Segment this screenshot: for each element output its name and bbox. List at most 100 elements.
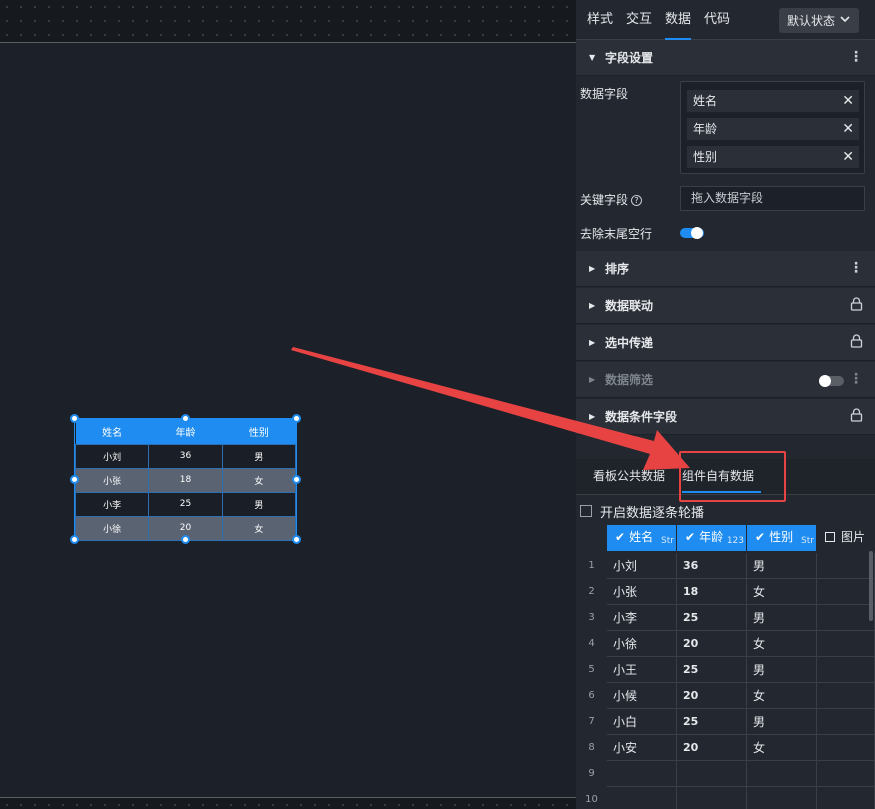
table-cell[interactable] bbox=[607, 761, 677, 787]
table-cell[interactable]: 男 bbox=[747, 553, 817, 579]
trim-empty-toggle[interactable] bbox=[680, 227, 704, 239]
column-name: 性别 bbox=[769, 530, 794, 544]
table-cell[interactable]: 男 bbox=[747, 605, 817, 631]
table-cell[interactable]: 小李 bbox=[607, 605, 677, 631]
table-row: 4 小徐 20 女 bbox=[576, 631, 875, 657]
widget-row: 小李 25 男 bbox=[74, 491, 297, 517]
table-widget[interactable]: 姓名 年龄 性别 小刘 36 男 小张 18 女 小李 25 男 小徐 20 女 bbox=[74, 418, 297, 541]
loop-option[interactable]: 开启数据逐条轮播 bbox=[580, 501, 704, 521]
tab-public-data[interactable]: 看板公共数据 bbox=[593, 459, 665, 493]
canvas-bottom-ruler bbox=[0, 797, 576, 809]
table-cell[interactable] bbox=[817, 709, 875, 735]
table-cell[interactable] bbox=[607, 787, 677, 809]
column-header[interactable]: ✔ 姓名 Str bbox=[607, 525, 677, 551]
table-cell[interactable]: 女 bbox=[747, 735, 817, 761]
check-icon: ✔ bbox=[685, 530, 696, 544]
table-cell[interactable] bbox=[817, 579, 875, 605]
more-icon[interactable]: ⋮ bbox=[849, 371, 863, 387]
table-cell[interactable] bbox=[747, 787, 817, 809]
table-cell[interactable] bbox=[817, 735, 875, 761]
table-cell[interactable]: 25 bbox=[677, 605, 747, 631]
widget-cell: 18 bbox=[148, 467, 223, 493]
loop-checkbox[interactable] bbox=[580, 505, 592, 517]
section-linkage[interactable]: ▶ 数据联动 bbox=[576, 288, 875, 324]
resize-handle-top-left[interactable] bbox=[70, 414, 79, 423]
table-cell[interactable]: 小白 bbox=[607, 709, 677, 735]
row-number: 6 bbox=[588, 690, 595, 701]
column-header-unchecked[interactable]: 图片 bbox=[817, 525, 875, 551]
row-number: 1 bbox=[588, 560, 595, 571]
table-cell[interactable]: 小候 bbox=[607, 683, 677, 709]
table-cell[interactable] bbox=[817, 631, 875, 657]
close-icon[interactable]: ✕ bbox=[842, 118, 854, 140]
table-cell[interactable] bbox=[817, 553, 875, 579]
key-field-label: 关键字段? bbox=[580, 191, 643, 208]
data-field-chip[interactable]: 性别 ✕ bbox=[687, 146, 859, 168]
table-cell[interactable]: 小徐 bbox=[607, 631, 677, 657]
tab-code[interactable]: 代码 bbox=[704, 0, 730, 40]
key-field-input[interactable]: 拖入数据字段 bbox=[680, 186, 865, 211]
table-cell[interactable] bbox=[817, 787, 875, 809]
state-select[interactable]: 默认状态 bbox=[779, 8, 859, 33]
more-icon[interactable]: ⋮ bbox=[849, 49, 863, 65]
resize-handle-top[interactable] bbox=[181, 414, 190, 423]
resize-handle-top-right[interactable] bbox=[292, 414, 301, 423]
table-cell[interactable]: 小安 bbox=[607, 735, 677, 761]
table-cell[interactable] bbox=[817, 683, 875, 709]
section-filter[interactable]: ▶ 数据筛选 ⋮ bbox=[576, 362, 875, 398]
table-cell[interactable]: 小刘 bbox=[607, 553, 677, 579]
table-cell[interactable]: 女 bbox=[747, 579, 817, 605]
scrollbar[interactable] bbox=[869, 551, 873, 621]
resize-handle-bottom[interactable] bbox=[181, 535, 190, 544]
widget-row: 小张 18 女 bbox=[74, 467, 297, 493]
table-cell[interactable] bbox=[747, 761, 817, 787]
tab-interaction[interactable]: 交互 bbox=[626, 0, 652, 40]
caret-down-icon: ▼ bbox=[589, 53, 596, 62]
resize-handle-right[interactable] bbox=[292, 475, 301, 484]
section-conditional-fields[interactable]: ▶ 数据条件字段 bbox=[576, 399, 875, 435]
table-cell[interactable]: 女 bbox=[747, 683, 817, 709]
section-selection[interactable]: ▶ 选中传递 bbox=[576, 325, 875, 361]
resize-handle-bottom-left[interactable] bbox=[70, 535, 79, 544]
table-cell[interactable]: 女 bbox=[747, 631, 817, 657]
table-cell[interactable]: 25 bbox=[677, 657, 747, 683]
table-cell[interactable]: 36 bbox=[677, 553, 747, 579]
table-cell[interactable] bbox=[677, 787, 747, 809]
data-field-chip[interactable]: 年龄 ✕ bbox=[687, 118, 859, 140]
resize-handle-bottom-right[interactable] bbox=[292, 535, 301, 544]
widget-cell: 女 bbox=[221, 515, 297, 541]
close-icon[interactable]: ✕ bbox=[842, 90, 854, 112]
data-fields-list[interactable]: 姓名 ✕ 年龄 ✕ 性别 ✕ bbox=[680, 81, 865, 174]
table-cell[interactable]: 男 bbox=[747, 709, 817, 735]
table-cell[interactable]: 小王 bbox=[607, 657, 677, 683]
section-field-settings[interactable]: ▼ 字段设置 ⋮ bbox=[576, 40, 875, 76]
table-cell[interactable] bbox=[817, 761, 875, 787]
caret-right-icon: ▶ bbox=[589, 412, 596, 421]
tab-data[interactable]: 数据 bbox=[665, 0, 692, 40]
tab-style[interactable]: 样式 bbox=[587, 0, 613, 40]
more-icon[interactable]: ⋮ bbox=[849, 260, 863, 276]
column-header[interactable]: ✔ 年龄 123 bbox=[677, 525, 747, 551]
filter-toggle[interactable] bbox=[819, 375, 844, 387]
table-cell[interactable]: 20 bbox=[677, 735, 747, 761]
table-cell[interactable] bbox=[817, 605, 875, 631]
help-icon[interactable]: ? bbox=[631, 195, 643, 206]
data-field-chip[interactable]: 姓名 ✕ bbox=[687, 90, 859, 112]
table-cell[interactable]: 18 bbox=[677, 579, 747, 605]
table-cell[interactable]: 20 bbox=[677, 683, 747, 709]
table-cell[interactable] bbox=[677, 761, 747, 787]
column-header[interactable]: ✔ 性别 Str bbox=[747, 525, 817, 551]
row-number: 3 bbox=[588, 612, 595, 623]
data-grid[interactable]: ✔ 姓名 Str ✔ 年龄 123 ✔ 性别 Str 图片 1 小刘 36 男 2 小张 18 女 3… bbox=[576, 525, 875, 809]
row-number: 9 bbox=[588, 768, 595, 779]
key-field-label-text: 关键字段 bbox=[580, 193, 629, 207]
table-cell[interactable]: 男 bbox=[747, 657, 817, 683]
table-cell[interactable]: 20 bbox=[677, 631, 747, 657]
table-cell[interactable] bbox=[817, 657, 875, 683]
table-cell[interactable]: 25 bbox=[677, 709, 747, 735]
design-canvas[interactable]: 姓名 年龄 性别 小刘 36 男 小张 18 女 小李 25 男 小徐 20 女 bbox=[0, 0, 576, 809]
section-sort[interactable]: ▶ 排序 ⋮ bbox=[576, 251, 875, 287]
resize-handle-left[interactable] bbox=[70, 475, 79, 484]
table-cell[interactable]: 小张 bbox=[607, 579, 677, 605]
close-icon[interactable]: ✕ bbox=[842, 146, 854, 168]
